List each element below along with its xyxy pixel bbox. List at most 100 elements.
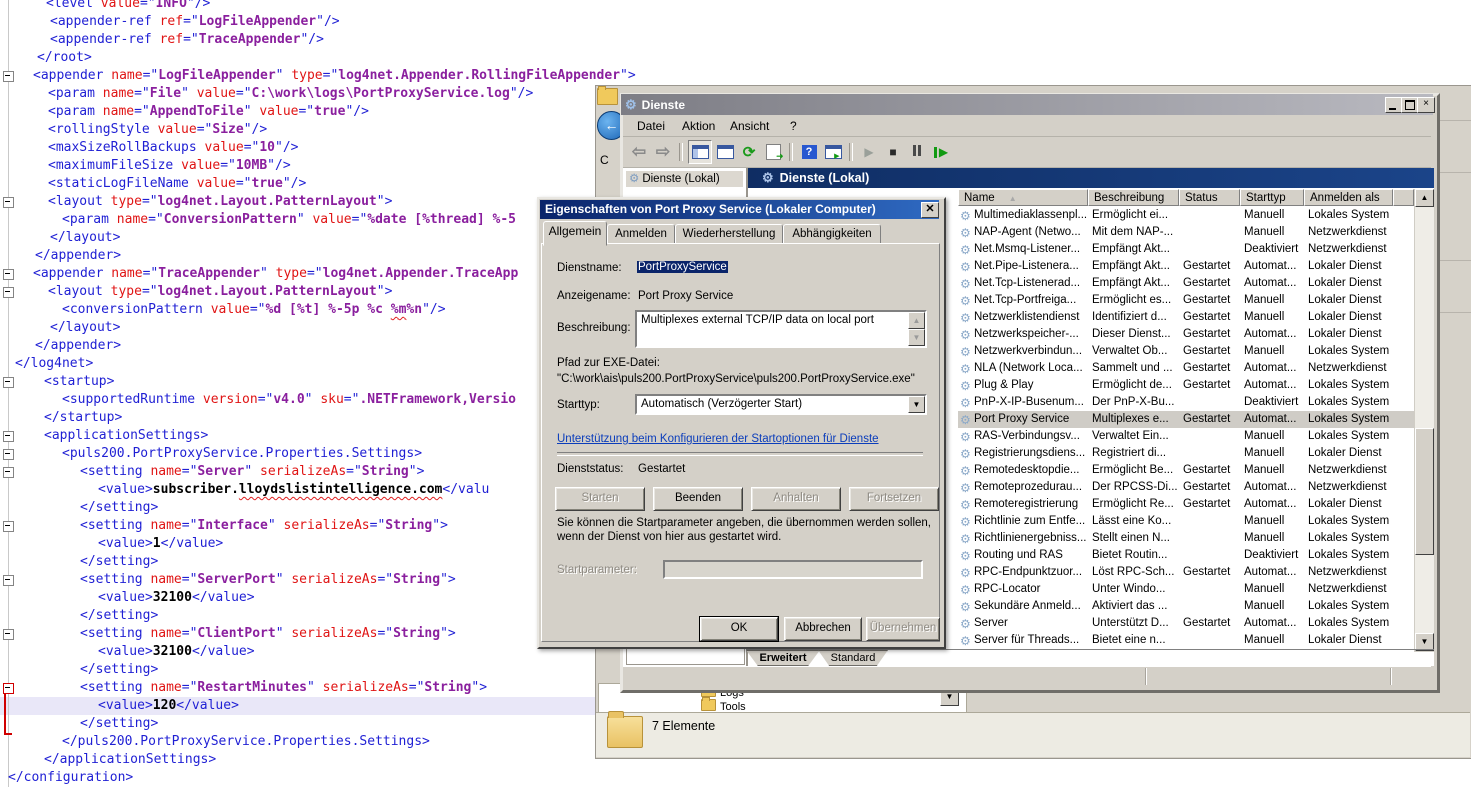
code-line[interactable]: <staticLogFileName value="true"/> bbox=[48, 175, 306, 193]
menu-ansicht[interactable]: Ansicht bbox=[726, 118, 773, 134]
pause-service-icon[interactable] bbox=[906, 141, 928, 163]
code-line[interactable]: </layout> bbox=[50, 319, 120, 337]
tab-abhängigkeiten[interactable]: Abhängigkeiten bbox=[783, 224, 881, 245]
properties-list-icon[interactable] bbox=[714, 141, 736, 163]
dialog-titlebar[interactable]: Eigenschaften von Port Proxy Service (Lo… bbox=[540, 200, 939, 219]
changed-fold-marker-icon[interactable] bbox=[3, 683, 14, 694]
code-line[interactable]: </layout> bbox=[50, 229, 120, 247]
export-list-icon[interactable] bbox=[762, 141, 784, 163]
code-line[interactable]: <maximumFileSize value="10MB"/> bbox=[48, 157, 291, 175]
code-line[interactable]: <value>1</value> bbox=[98, 535, 223, 553]
service-row[interactable]: ⚙Routing und RASBietet Routin...Deaktivi… bbox=[958, 547, 1414, 564]
code-line[interactable]: <value>subscriber.lloydslistintelligence… bbox=[98, 481, 489, 499]
fortsetzen-button[interactable]: Fortsetzen bbox=[849, 487, 939, 511]
service-row[interactable]: ⚙NLA (Network Loca...Sammelt und ...Gest… bbox=[958, 360, 1414, 377]
code-line[interactable]: </appender> bbox=[35, 247, 121, 265]
column-header-anmeldenals[interactable]: Anmelden als bbox=[1304, 189, 1393, 206]
code-line[interactable]: <layout type="log4net.Layout.PatternLayo… bbox=[48, 283, 392, 301]
menu-datei[interactable]: Datei bbox=[633, 118, 669, 134]
code-line[interactable]: </setting> bbox=[80, 607, 158, 625]
service-row[interactable]: ⚙RemoteregistrierungErmöglicht Re...Gest… bbox=[958, 496, 1414, 513]
uebernehmen-button[interactable]: Übernehmen bbox=[866, 617, 940, 641]
stop-service-icon[interactable]: ■ bbox=[882, 141, 904, 163]
code-line[interactable]: <maxSizeRollBackups value="10"/> bbox=[48, 139, 298, 157]
service-row[interactable]: ⚙NetzwerklistendienstIdentifiziert d...G… bbox=[958, 309, 1414, 326]
starttyp-combobox[interactable]: Automatisch (Verzögerter Start) bbox=[635, 394, 927, 415]
starttyp-dropdown-icon[interactable]: ▼ bbox=[908, 396, 925, 413]
description-scroll-up-icon[interactable]: ▲ bbox=[908, 312, 925, 329]
code-line[interactable]: <appender name="TraceAppender" type="log… bbox=[33, 265, 518, 283]
column-header-starttyp[interactable]: Starttyp bbox=[1240, 189, 1304, 206]
service-row[interactable]: ⚙Remotedesktopdie...Ermöglicht Be...Gest… bbox=[958, 462, 1414, 479]
service-row[interactable]: ⚙Registrierungsdiens...Registriert di...… bbox=[958, 445, 1414, 462]
view-tab-standard[interactable]: Standard bbox=[818, 650, 888, 666]
fold-marker-icon[interactable] bbox=[3, 575, 14, 586]
code-line[interactable]: </setting> bbox=[80, 499, 158, 517]
service-row[interactable]: ⚙Net.Tcp-Listenerad...Empfängt Akt...Ges… bbox=[958, 275, 1414, 292]
code-line[interactable]: </log4net> bbox=[15, 355, 93, 373]
show-console-tree-icon[interactable] bbox=[688, 140, 712, 164]
code-line[interactable]: <appender-ref ref="LogFileAppender"/> bbox=[50, 13, 340, 31]
fold-marker-icon[interactable] bbox=[3, 449, 14, 460]
service-row[interactable]: ⚙Port Proxy ServiceMultiplexes e...Gesta… bbox=[958, 411, 1414, 428]
service-row[interactable]: ⚙Multimediaklassenpl...Ermöglicht ei...M… bbox=[958, 207, 1414, 224]
services-scrollbar[interactable] bbox=[1414, 189, 1435, 652]
code-line[interactable]: <level value="INFO"/> bbox=[46, 0, 210, 13]
help-icon[interactable]: ? bbox=[798, 141, 820, 163]
service-row[interactable]: ⚙Richtlinie zum Entfe...Lässt eine Ko...… bbox=[958, 513, 1414, 530]
menu-aktion[interactable]: Aktion bbox=[678, 118, 719, 134]
code-line[interactable]: <value>120</value> bbox=[98, 697, 239, 715]
tab-anmelden[interactable]: Anmelden bbox=[607, 224, 675, 245]
service-row[interactable]: ⚙Net.Tcp-Portfreiga...Ermöglicht es...Ge… bbox=[958, 292, 1414, 309]
code-line[interactable]: <setting name="ServerPort" serializeAs="… bbox=[80, 571, 456, 589]
code-line[interactable]: </setting> bbox=[80, 661, 158, 679]
service-row[interactable]: ⚙Net.Msmq-Listener...Empfängt Akt...Deak… bbox=[958, 241, 1414, 258]
tab-allgemein[interactable]: Allgemein bbox=[543, 221, 607, 246]
code-line[interactable]: <appender name="LogFileAppender" type="l… bbox=[33, 67, 636, 85]
code-line[interactable]: </startup> bbox=[44, 409, 122, 427]
fold-marker-icon[interactable] bbox=[3, 521, 14, 532]
beenden-button[interactable]: Beenden bbox=[653, 487, 743, 511]
service-row[interactable]: ⚙Sekundäre Anmeld...Aktiviert das ...Man… bbox=[958, 598, 1414, 615]
code-line[interactable]: <startup> bbox=[44, 373, 114, 391]
menu-?[interactable]: ? bbox=[786, 118, 801, 134]
start-service-icon[interactable]: ▶ bbox=[858, 141, 880, 163]
service-row[interactable]: ⚙Richtlinienergebniss...Stellt einen N..… bbox=[958, 530, 1414, 547]
code-line[interactable]: <setting name="ClientPort" serializeAs="… bbox=[80, 625, 456, 643]
startoptions-help-link[interactable]: Unterstützung beim Konfigurieren der Sta… bbox=[557, 433, 879, 445]
code-line[interactable]: </configuration> bbox=[8, 769, 133, 787]
fold-marker-icon[interactable] bbox=[3, 269, 14, 280]
scroll-up-icon[interactable]: ▲ bbox=[1415, 189, 1434, 207]
service-row[interactable]: ⚙Remoteprozedurau...Der RPCSS-Di...Gesta… bbox=[958, 479, 1414, 496]
code-line[interactable]: <layout type="log4net.Layout.PatternLayo… bbox=[48, 193, 392, 211]
code-line[interactable]: <value>32100</value> bbox=[98, 643, 255, 661]
code-line[interactable]: </setting> bbox=[80, 715, 158, 733]
service-row[interactable]: ⚙PnP-X-IP-Busenum...Der PnP-X-Bu...Deakt… bbox=[958, 394, 1414, 411]
service-row[interactable]: ⚙RPC-LocatorUnter Windo...ManuellNetzwer… bbox=[958, 581, 1414, 598]
tree-item-dienste-lokal[interactable]: ⚙Dienste (Lokal) bbox=[626, 171, 743, 187]
code-line[interactable]: <supportedRuntime version="v4.0" sku=".N… bbox=[62, 391, 516, 409]
service-row[interactable]: ⚙ServerUnterstützt D...GestartetAutomat.… bbox=[958, 615, 1414, 632]
starten-button[interactable]: Starten bbox=[555, 487, 645, 511]
code-line[interactable]: </setting> bbox=[80, 553, 158, 571]
code-line[interactable]: <param name="AppendToFile" value="true"/… bbox=[48, 103, 369, 121]
explorer-folder-item[interactable]: Tools bbox=[701, 698, 746, 711]
service-row[interactable]: ⚙Server für Threads...Bietet eine n...Ma… bbox=[958, 632, 1414, 649]
service-row[interactable]: ⚙Net.Pipe-Listenera...Empfängt Akt...Ges… bbox=[958, 258, 1414, 275]
refresh-icon[interactable]: ⟳ bbox=[738, 141, 760, 163]
fold-marker-icon[interactable] bbox=[3, 377, 14, 388]
beschreibung-textbox[interactable]: Multiplexes external TCP/IP data on loca… bbox=[635, 310, 927, 348]
code-line[interactable]: </root> bbox=[37, 49, 92, 67]
fold-marker-icon[interactable] bbox=[3, 71, 14, 82]
fold-marker-icon[interactable] bbox=[3, 629, 14, 640]
code-line[interactable]: <param name="File" value="C:\work\logs\P… bbox=[48, 85, 533, 103]
code-line[interactable]: </applicationSettings> bbox=[44, 751, 216, 769]
service-row[interactable]: ⚙Netzwerkverbindun...Verwaltet Ob...Gest… bbox=[958, 343, 1414, 360]
service-row[interactable]: ⚙RAS-Verbindungsv...Verwaltet Ein...Manu… bbox=[958, 428, 1414, 445]
view-tab-erweitert[interactable]: Erweitert bbox=[746, 650, 820, 666]
abbrechen-button[interactable]: Abbrechen bbox=[784, 617, 862, 641]
service-row[interactable]: ⚙RPC-Endpunktzuor...Löst RPC-Sch...Gesta… bbox=[958, 564, 1414, 581]
startparameter-input[interactable] bbox=[663, 560, 923, 579]
tab-wiederherstellung[interactable]: Wiederherstellung bbox=[675, 224, 783, 245]
column-header-beschreibung[interactable]: Beschreibung bbox=[1088, 189, 1179, 206]
